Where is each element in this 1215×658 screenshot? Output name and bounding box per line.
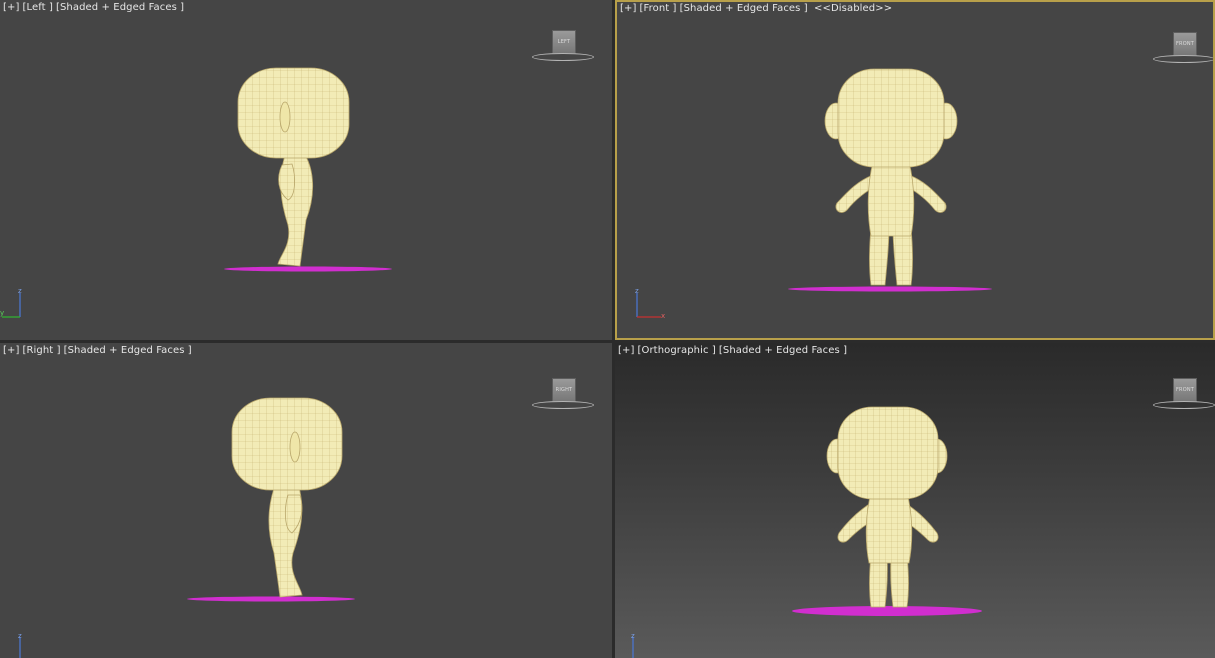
ground-plane (224, 266, 392, 272)
axis-x-label: x (661, 312, 665, 320)
character-model-side[interactable] (0, 0, 612, 340)
axis-gizmo: z x (635, 287, 665, 320)
character-model-front[interactable] (615, 0, 1215, 340)
axis-z-label: z (631, 633, 635, 640)
ground-plane (792, 606, 982, 616)
axis-z-label: z (635, 287, 639, 295)
axis-y-label: y (0, 309, 4, 317)
character-model-side[interactable] (0, 343, 612, 658)
ground-plane (788, 286, 992, 292)
axis-z-label: z (18, 633, 22, 640)
axis-gizmo: z (18, 633, 22, 658)
ground-plane (187, 596, 355, 602)
viewport-orthographic[interactable]: [+] [Orthographic ] [Shaded + Edged Faces … (615, 343, 1215, 658)
axis-z-label: z (18, 287, 22, 295)
axis-gizmo: z (631, 633, 635, 658)
viewport-left[interactable]: [+][Left ][Shaded + Edged Faces ] LEFT (0, 0, 612, 340)
viewport-front[interactable]: [+] [Front ] [Shaded + Edged Faces ] <<Dis… (615, 0, 1215, 340)
viewport-right[interactable]: [+] [Right ] [Shaded + Edged Faces ] RIGHT… (0, 343, 612, 658)
viewport-grid: [+][Left ][Shaded + Edged Faces ] LEFT (0, 0, 1215, 658)
axis-gizmo: z y (0, 287, 22, 318)
character-model-perspective[interactable] (615, 343, 1215, 658)
